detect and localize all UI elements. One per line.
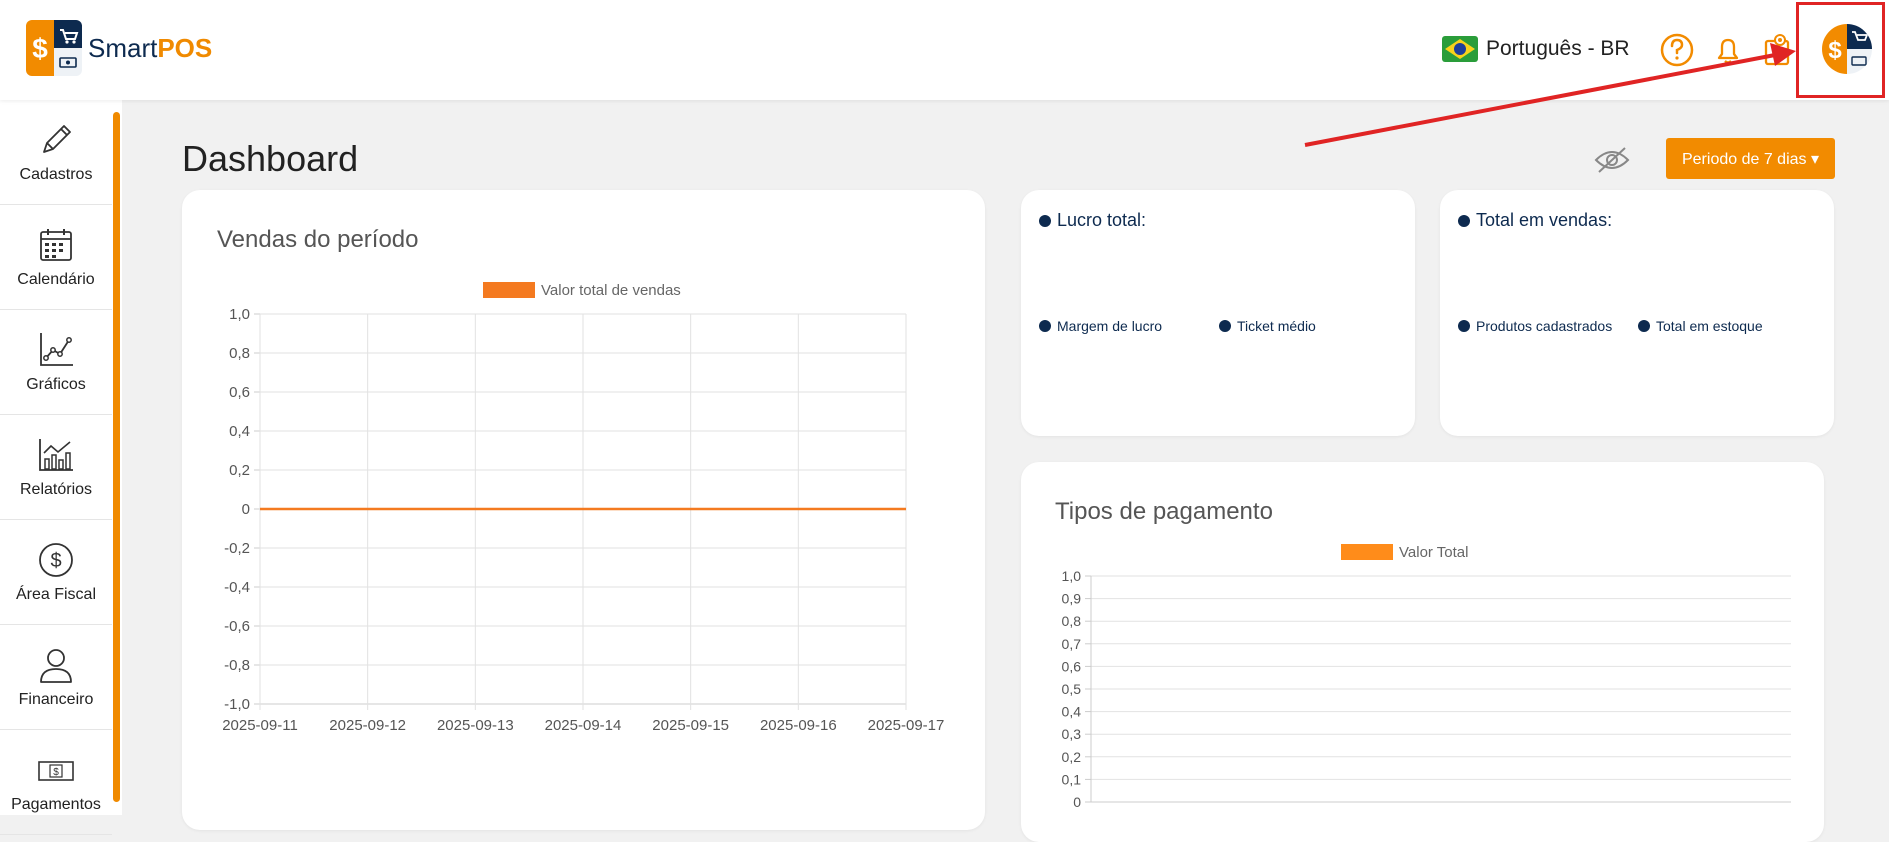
sidebar-item-label: Cadastros [19, 166, 93, 183]
y-tick-label: 1,0 [1062, 568, 1082, 584]
y-tick-label: -0,2 [224, 540, 250, 557]
x-tick-label: 2025-09-17 [868, 717, 945, 734]
pencil-icon [43, 125, 71, 153]
y-tick-label: 0,7 [1062, 636, 1082, 652]
y-tick-label: 0,3 [1062, 726, 1082, 742]
x-tick-label: 2025-09-16 [760, 717, 837, 734]
products-registered-label: Produtos cadastrados [1458, 318, 1612, 334]
y-tick-label: 0,1 [1062, 771, 1082, 787]
y-tick-label: -0,4 [224, 579, 250, 596]
profit-title: Lucro total: [1039, 210, 1146, 231]
brand-name: SmartPOS [88, 32, 213, 63]
stock-total-label: Total em estoque [1638, 318, 1763, 334]
y-tick-label: 1,0 [229, 306, 250, 323]
page-title: Dashboard [182, 138, 359, 179]
sidebar-item-pagamentos[interactable]: $ Pagamentos [0, 730, 112, 835]
y-tick-label: 0 [242, 501, 250, 518]
sidebar: Cadastros Calendário Gráficos Relatórios… [0, 100, 122, 835]
y-tick-label: 0,9 [1062, 591, 1082, 607]
x-tick-label: 2025-09-13 [437, 717, 514, 734]
user-avatar[interactable]: $ [1822, 24, 1872, 74]
sidebar-item-cadastros[interactable]: Cadastros [0, 100, 112, 205]
sidebar-scrollbar[interactable] [113, 112, 120, 802]
y-tick-label: 0,5 [1062, 681, 1082, 697]
payment-types-card: Tipos de pagamento Valor Total 1,0 0,9 0,8 0… [1021, 462, 1824, 842]
x-tick-label: 2025-09-11 [222, 717, 298, 734]
legend-swatch [1341, 544, 1393, 560]
y-tick-label: 0,8 [229, 345, 250, 362]
y-tick-label: -1,0 [224, 696, 250, 713]
svg-text:$: $ [32, 33, 48, 64]
dot-icon [1458, 320, 1470, 332]
sidebar-item-calendario[interactable]: Calendário [0, 205, 112, 310]
sidebar-item-graficos[interactable]: Gráficos [0, 310, 112, 415]
dot-icon [1458, 214, 1470, 227]
dot-icon [1638, 320, 1650, 332]
dot-icon [1219, 320, 1231, 332]
y-tick-label: 0,6 [1062, 658, 1082, 674]
sidebar-item-label: Pagamentos [11, 796, 101, 813]
ticket-average-label: Ticket médio [1219, 318, 1316, 334]
period-dropdown-button[interactable]: Periodo de 7 dias ▾ [1666, 138, 1835, 179]
sidebar-item-area-fiscal[interactable]: $ Área Fiscal [0, 520, 112, 625]
dot-icon [1039, 320, 1051, 332]
y-tick-label: 0,8 [1062, 613, 1082, 629]
x-tick-label: 2025-09-12 [329, 717, 406, 734]
card-title: Tipos de pagamento [1055, 498, 1273, 525]
help-circle-icon[interactable] [1659, 32, 1695, 68]
sidebar-item-label: Financeiro [18, 691, 94, 708]
profit-margin-label: Margem de lucro [1039, 318, 1162, 334]
y-tick-label: -0,8 [224, 657, 250, 674]
sales-total-title: Total em vendas: [1458, 210, 1612, 231]
sidebar-item-label: Área Fiscal [15, 586, 97, 603]
line-graph-icon [40, 333, 73, 366]
language-selector[interactable]: Português - BR [1442, 36, 1630, 62]
svg-text:$: $ [1828, 37, 1842, 64]
y-tick-label: 0,4 [1062, 704, 1082, 720]
brazil-flag-icon [1442, 36, 1478, 62]
banknote-icon: $ [38, 761, 74, 781]
language-label: Português - BR [1486, 37, 1630, 60]
legend-swatch [483, 282, 535, 298]
y-tick-label: 0,2 [1062, 749, 1082, 765]
dollar-circle-icon: $ [39, 543, 73, 577]
profit-card: Lucro total: Margem de lucro Ticket médi… [1021, 190, 1415, 436]
y-tick-label: 0,2 [229, 462, 250, 479]
legend-label: Valor Total [1399, 544, 1469, 561]
period-label: Periodo de 7 dias [1681, 150, 1807, 168]
brand-logo[interactable]: $ SmartPOS [26, 20, 212, 76]
bell-icon[interactable] [1710, 32, 1746, 68]
y-tick-label: 0,6 [229, 384, 250, 401]
card-title: Vendas do período [217, 226, 419, 253]
legend-label: Valor total de vendas [541, 282, 681, 299]
y-tick-label: 0,4 [229, 423, 250, 440]
dot-icon [1039, 214, 1051, 227]
logo-icon: $ [26, 20, 82, 76]
sidebar-item-relatorios[interactable]: Relatórios [0, 415, 112, 520]
calendar-icon [40, 229, 72, 261]
svg-text:$: $ [53, 767, 59, 778]
sidebar-item-label: Relatórios [19, 481, 93, 498]
clipboard-camera-icon[interactable] [1760, 32, 1796, 68]
top-bar: $ SmartPOS Português - BR $ [0, 0, 1889, 100]
sales-chart-card: Vendas do período Valor total de vendas 1… [182, 190, 985, 830]
y-tick-label: 0 [1073, 794, 1081, 810]
sales-total-card: Total em vendas: Produtos cadastrados To… [1440, 190, 1834, 436]
sales-line-chart: Valor total de vendas 1,0 0,8 0,6 0,4 0,2 0 -0,… [222, 282, 945, 734]
payment-bar-chart: Valor Total 1,0 0,9 0,8 0,7 0,6 0,5 0,4 0,3 0,2 0,… [1062, 544, 1791, 810]
x-tick-label: 2025-09-15 [652, 717, 729, 734]
eye-slash-icon[interactable] [1594, 146, 1630, 174]
sidebar-item-label: Calendário [17, 271, 95, 288]
person-icon [40, 649, 72, 683]
bar-report-icon [39, 439, 73, 471]
y-tick-label: -0,6 [224, 618, 250, 635]
sidebar-item-financeiro[interactable]: Financeiro [0, 625, 112, 730]
svg-text:$: $ [50, 550, 61, 572]
sidebar-item-label: Gráficos [26, 376, 86, 393]
x-tick-label: 2025-09-14 [545, 717, 622, 734]
